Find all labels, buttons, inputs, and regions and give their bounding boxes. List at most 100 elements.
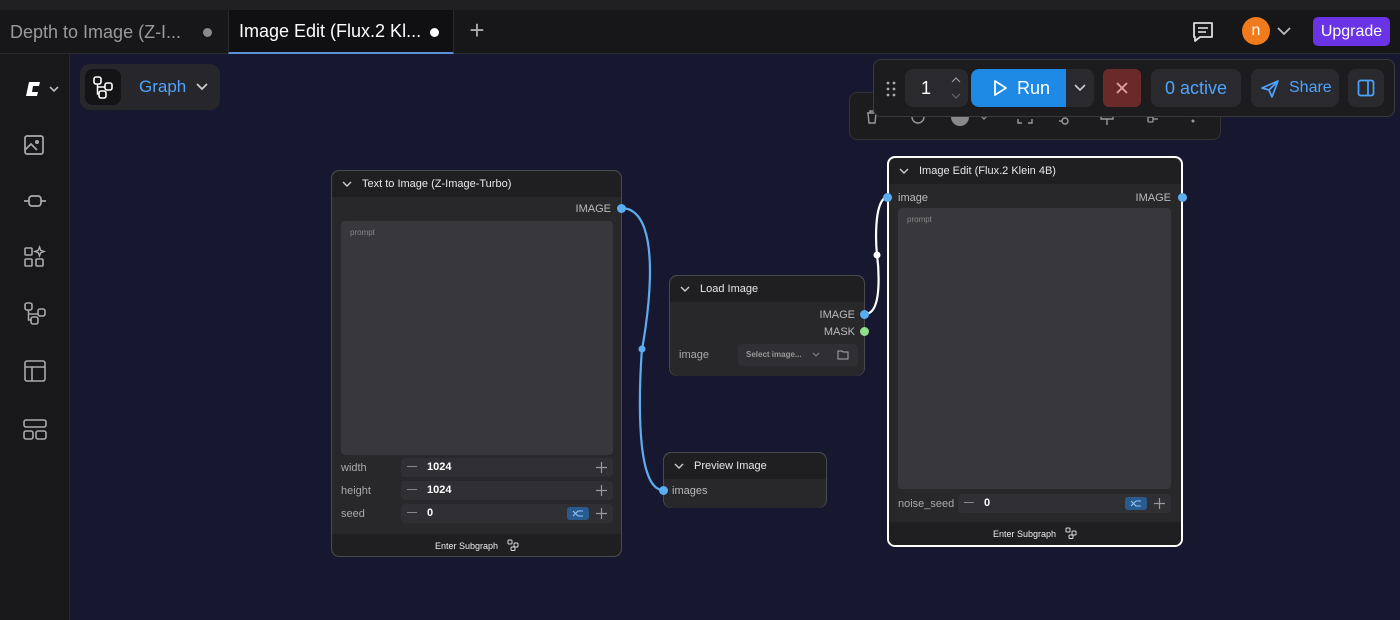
node-load-image[interactable]: Load Image IMAGE MASK image Select image… bbox=[669, 275, 869, 376]
plus-icon[interactable] bbox=[596, 508, 607, 519]
decrement-icon[interactable] bbox=[951, 92, 961, 100]
folder-upload-icon[interactable] bbox=[837, 349, 849, 360]
tab-label: Depth to Image (Z-I... bbox=[10, 21, 182, 42]
chevron-down-icon bbox=[812, 352, 820, 357]
image-select[interactable]: Select image... bbox=[738, 344, 858, 366]
output-port-mask[interactable] bbox=[860, 327, 869, 336]
run-button[interactable]: Run bbox=[971, 69, 1066, 107]
minus-icon[interactable] bbox=[964, 502, 974, 503]
plus-icon[interactable] bbox=[1154, 498, 1165, 509]
feedback-icon[interactable] bbox=[1190, 20, 1216, 44]
image-assets-icon[interactable] bbox=[22, 132, 48, 158]
output-port-image[interactable] bbox=[617, 204, 626, 213]
output-label-image: IMAGE bbox=[819, 309, 855, 321]
output-port-image[interactable] bbox=[860, 310, 869, 319]
plus-icon[interactable] bbox=[596, 485, 607, 496]
run-label: Run bbox=[1017, 78, 1051, 98]
workflows-icon[interactable] bbox=[22, 300, 48, 326]
node-header[interactable]: Preview Image bbox=[664, 453, 826, 479]
node-image-edit[interactable]: Image Edit (Flux.2 Klein 4B) image IMAGE… bbox=[883, 156, 1187, 547]
minus-icon[interactable] bbox=[407, 489, 417, 490]
output-port-image[interactable] bbox=[1178, 193, 1187, 202]
node-header[interactable]: Load Image bbox=[670, 276, 864, 302]
upgrade-button[interactable]: Upgrade bbox=[1313, 17, 1390, 46]
image-select-placeholder: Select image... bbox=[746, 350, 802, 359]
comfy-logo-icon[interactable] bbox=[20, 76, 60, 102]
node-header[interactable]: Image Edit (Flux.2 Klein 4B) bbox=[889, 158, 1181, 184]
chevron-down-icon bbox=[196, 83, 208, 91]
seed-stepper[interactable]: 0 bbox=[401, 504, 613, 523]
play-icon bbox=[994, 80, 1007, 96]
chevron-down-icon[interactable] bbox=[1276, 24, 1292, 38]
plus-icon[interactable] bbox=[596, 462, 607, 473]
graph-canvas[interactable]: Graph Text to Image (Z-Image-Turbo) IMAG… bbox=[70, 54, 1400, 620]
randomize-icon[interactable] bbox=[567, 507, 589, 520]
node-preview-image[interactable]: Preview Image images bbox=[659, 452, 827, 508]
models-icon[interactable] bbox=[22, 244, 48, 270]
noise-seed-value: 0 bbox=[984, 497, 991, 509]
enter-subgraph-label: Enter Subgraph bbox=[993, 529, 1057, 539]
share-button[interactable]: Share bbox=[1251, 69, 1339, 107]
enter-subgraph-button[interactable]: Enter Subgraph bbox=[332, 534, 621, 556]
batch-count-input[interactable]: 1 bbox=[905, 69, 968, 107]
prompt-textarea[interactable]: prompt bbox=[898, 208, 1171, 489]
side-panel-icon bbox=[1357, 79, 1375, 97]
prompt-textarea[interactable]: prompt bbox=[341, 221, 613, 455]
subgraph-icon bbox=[507, 539, 519, 551]
width-value: 1024 bbox=[427, 461, 452, 473]
node-title: Image Edit (Flux.2 Klein 4B) bbox=[919, 165, 1056, 177]
height-value: 1024 bbox=[427, 484, 452, 496]
active-queue-button[interactable]: 0 active bbox=[1151, 69, 1241, 107]
workflow-graph-icon bbox=[93, 76, 113, 99]
collapse-chevron-icon[interactable] bbox=[674, 462, 684, 470]
apps-icon[interactable] bbox=[22, 416, 48, 442]
new-tab-button[interactable]: + bbox=[464, 17, 490, 44]
node-title: Text to Image (Z-Image-Turbo) bbox=[362, 178, 512, 190]
input-port-images[interactable] bbox=[659, 486, 668, 495]
collapse-chevron-icon[interactable] bbox=[680, 285, 690, 293]
subgraph-icon-button[interactable] bbox=[85, 69, 121, 105]
drag-handle-icon[interactable] bbox=[885, 80, 897, 98]
seed-label: seed bbox=[341, 508, 365, 520]
image-label: image bbox=[679, 349, 709, 361]
toggle-panel-button[interactable] bbox=[1348, 69, 1384, 107]
avatar[interactable]: n bbox=[1242, 17, 1270, 45]
left-sidebar bbox=[0, 54, 70, 620]
run-toolbar: 1 Run 0 active Share bbox=[873, 59, 1395, 117]
collapse-chevron-icon[interactable] bbox=[342, 180, 352, 188]
width-stepper[interactable]: 1024 bbox=[401, 458, 613, 477]
collapse-chevron-icon[interactable] bbox=[899, 167, 909, 175]
node-text-to-image[interactable]: Text to Image (Z-Image-Turbo) IMAGE prom… bbox=[331, 170, 626, 557]
randomize-icon[interactable] bbox=[1125, 497, 1147, 510]
output-label-mask: MASK bbox=[823, 326, 855, 338]
node-library-icon[interactable] bbox=[22, 188, 48, 214]
increment-icon[interactable] bbox=[951, 76, 961, 84]
tab-depth-to-image[interactable]: Depth to Image (Z-I... bbox=[0, 10, 226, 54]
output-label-image: IMAGE bbox=[575, 203, 611, 215]
tab-bar: Depth to Image (Z-I... Image Edit (Flux.… bbox=[0, 0, 1400, 54]
enter-subgraph-label: Enter Subgraph bbox=[435, 541, 499, 551]
prompt-placeholder: prompt bbox=[907, 215, 932, 224]
height-stepper[interactable]: 1024 bbox=[401, 481, 613, 500]
run-options-dropdown[interactable] bbox=[1066, 69, 1094, 107]
unsaved-dot-icon bbox=[203, 28, 212, 37]
node-header[interactable]: Text to Image (Z-Image-Turbo) bbox=[332, 171, 621, 197]
input-port-image[interactable] bbox=[883, 193, 892, 202]
tab-label: Image Edit (Flux.2 Kl... bbox=[239, 20, 422, 41]
input-label-image: image bbox=[898, 192, 928, 204]
tab-image-edit[interactable]: Image Edit (Flux.2 Kl... bbox=[228, 10, 454, 54]
node-title: Preview Image bbox=[694, 460, 767, 472]
unsaved-dot-icon bbox=[430, 28, 439, 37]
close-icon bbox=[1116, 82, 1128, 94]
enter-subgraph-button[interactable]: Enter Subgraph bbox=[889, 522, 1181, 545]
noise-seed-stepper[interactable]: 0 bbox=[958, 494, 1171, 513]
graph-menu-label: Graph bbox=[139, 77, 187, 96]
templates-icon[interactable] bbox=[22, 358, 48, 384]
minus-icon[interactable] bbox=[407, 512, 417, 513]
width-label: width bbox=[341, 462, 367, 474]
minus-icon[interactable] bbox=[407, 466, 417, 467]
noise-seed-label: noise_seed bbox=[898, 498, 955, 510]
graph-menu-button[interactable]: Graph bbox=[80, 64, 220, 110]
seed-value: 0 bbox=[427, 507, 434, 519]
cancel-run-button[interactable] bbox=[1103, 69, 1141, 107]
